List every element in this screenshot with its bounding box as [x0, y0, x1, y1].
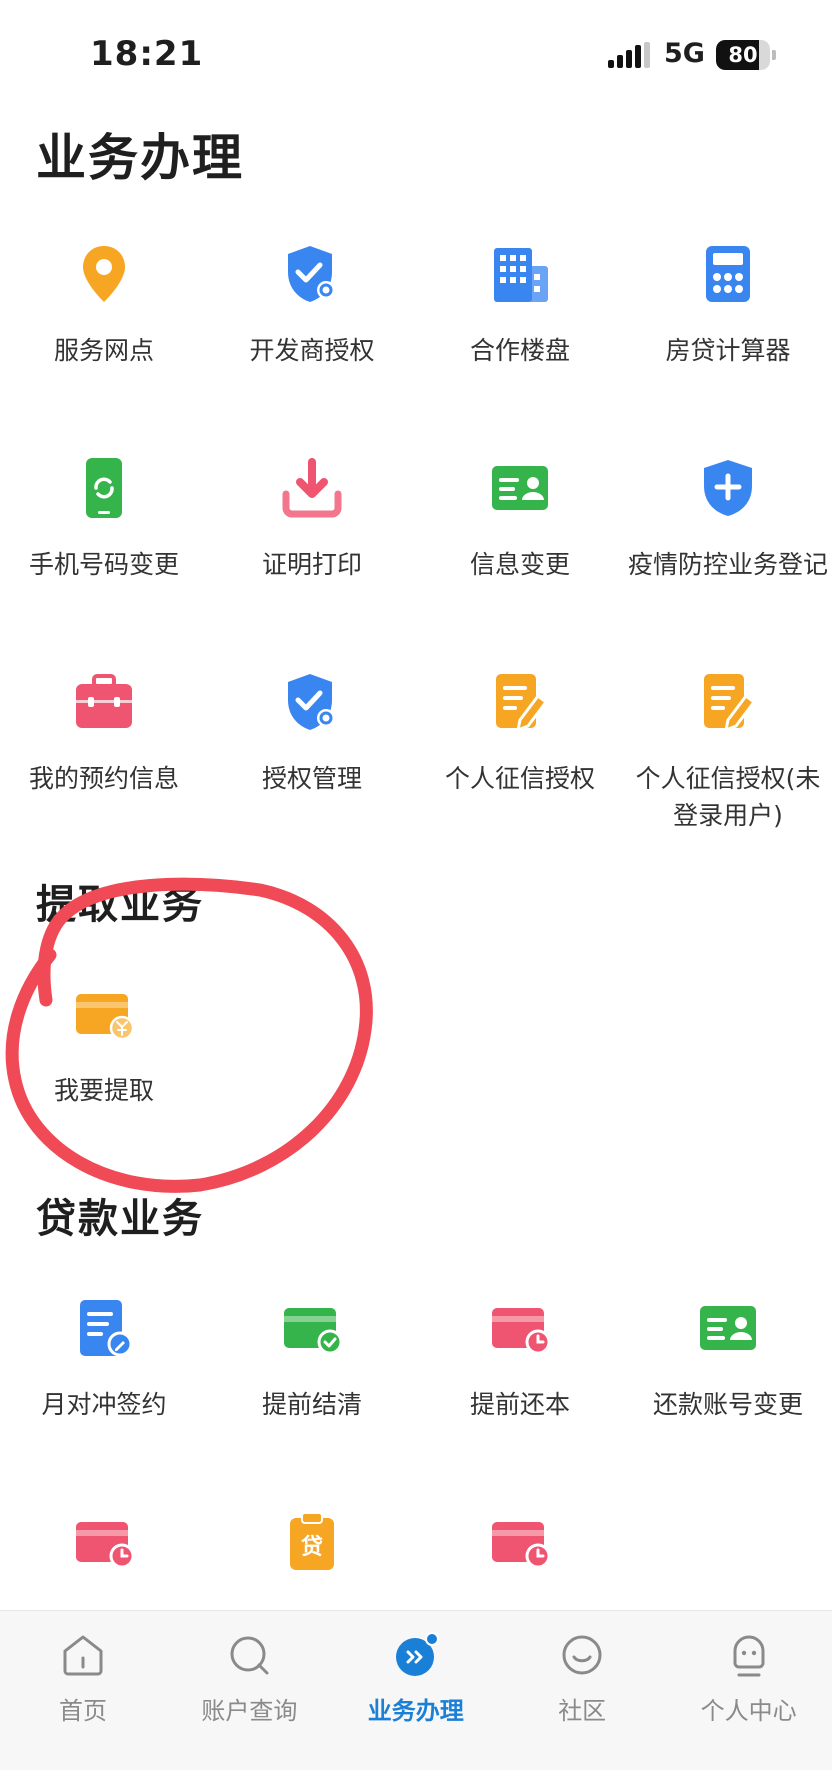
- card-clock-icon: [488, 1296, 552, 1360]
- shield-plus-icon: [696, 456, 760, 520]
- service-item[interactable]: 开发商授权: [208, 242, 416, 369]
- battery-icon: 80: [716, 40, 776, 70]
- tab-home[interactable]: 首页: [0, 1631, 166, 1726]
- briefcase-icon: [72, 670, 136, 734]
- calculator-icon: [696, 242, 760, 306]
- service-item[interactable]: 服务网点: [0, 242, 208, 369]
- download-icon: [280, 456, 344, 520]
- id-card-icon: [696, 1296, 760, 1360]
- service-item[interactable]: 授权管理: [208, 670, 416, 797]
- service-item[interactable]: [416, 1510, 624, 1574]
- service-item-label: 手机号码变更: [28, 550, 179, 579]
- service-item[interactable]: 合作楼盘: [416, 242, 624, 369]
- status-time: 18:21: [90, 34, 204, 74]
- service-item-label: 个人征信授权: [444, 764, 595, 793]
- tab-community[interactable]: 社区: [499, 1631, 665, 1726]
- tab-business[interactable]: 业务办理: [333, 1631, 499, 1726]
- tab-label: 账户查询: [201, 1697, 298, 1725]
- service-item[interactable]: 房贷计算器: [624, 242, 832, 369]
- tab-label: 个人中心: [700, 1697, 797, 1725]
- service-item-label: 提前还本: [469, 1390, 570, 1419]
- card-yuan-icon: [72, 982, 136, 1046]
- service-item[interactable]: 我要提取: [0, 982, 208, 1109]
- card-check-icon: [280, 1296, 344, 1360]
- document-edit-icon: [696, 670, 760, 734]
- service-item[interactable]: 月对冲签约: [0, 1296, 208, 1423]
- battery-level: 80: [728, 43, 758, 67]
- building-icon: [488, 242, 552, 306]
- service-item-label: 个人征信授权(未登录用户): [635, 764, 821, 830]
- id-card-icon: [488, 456, 552, 520]
- service-item-label: 房贷计算器: [665, 336, 791, 365]
- phone-icon: [72, 456, 136, 520]
- service-item-label: 我的预约信息: [28, 764, 179, 793]
- clipboard-loan-icon: 贷: [280, 1510, 344, 1574]
- service-item-label: 授权管理: [261, 764, 362, 793]
- service-item-label: 合作楼盘: [469, 336, 570, 365]
- tab-search-chat[interactable]: 账户查询: [166, 1631, 332, 1726]
- service-item[interactable]: 提前还本: [416, 1296, 624, 1423]
- service-item-label: 证明打印: [261, 550, 362, 579]
- service-item[interactable]: 提前结清: [208, 1296, 416, 1423]
- service-item[interactable]: 还款账号变更: [624, 1296, 832, 1423]
- document-pen-icon: [72, 1296, 136, 1360]
- shield-check-icon: [280, 242, 344, 306]
- tab-label: 首页: [59, 1697, 107, 1725]
- location-pin-icon: [72, 242, 136, 306]
- service-item-label: 信息变更: [469, 550, 570, 579]
- service-item[interactable]: [0, 1510, 208, 1574]
- service-item[interactable]: 个人征信授权(未登录用户): [624, 670, 832, 834]
- service-item[interactable]: 疫情防控业务登记: [624, 456, 832, 583]
- service-item[interactable]: 我的预约信息: [0, 670, 208, 797]
- signal-strength-icon: [608, 42, 650, 68]
- service-item[interactable]: 贷: [208, 1510, 416, 1574]
- service-item-label: 提前结清: [261, 1390, 362, 1419]
- search-chat-icon: [225, 1631, 273, 1679]
- home-icon: [59, 1631, 107, 1679]
- svg-text:贷: 贷: [301, 1534, 323, 1560]
- service-item-label: 我要提取: [53, 1076, 154, 1105]
- tab-label: 业务办理: [367, 1697, 464, 1725]
- community-icon: [558, 1631, 606, 1679]
- shield-check-icon: [280, 670, 344, 734]
- profile-icon: [725, 1631, 773, 1679]
- document-edit-icon: [488, 670, 552, 734]
- service-item-label: 月对冲签约: [41, 1390, 167, 1419]
- service-item-label: 疫情防控业务登记: [627, 550, 828, 579]
- service-item[interactable]: 信息变更: [416, 456, 624, 583]
- section-title-withdraw: 提取业务: [36, 882, 204, 928]
- service-item[interactable]: 证明打印: [208, 456, 416, 583]
- tab-label: 社区: [558, 1697, 607, 1725]
- service-item-label: 开发商授权: [249, 336, 375, 365]
- service-item-label: 服务网点: [53, 336, 154, 365]
- section-title-loan: 贷款业务: [36, 1196, 204, 1242]
- status-bar: 18:21 5G 80: [0, 0, 832, 110]
- business-icon: [392, 1631, 440, 1679]
- network-type: 5G: [664, 38, 705, 69]
- bottom-tab-bar: 首页 账户查询 业务办理 社区 个人中心: [0, 1610, 832, 1770]
- tab-profile[interactable]: 个人中心: [666, 1631, 832, 1726]
- service-item[interactable]: 手机号码变更: [0, 456, 208, 583]
- card-clock-icon: [72, 1510, 136, 1574]
- page-title: 业务办理: [36, 129, 244, 187]
- service-item[interactable]: 个人征信授权: [416, 670, 624, 797]
- service-item-label: 还款账号变更: [652, 1390, 803, 1419]
- card-clock-icon: [488, 1510, 552, 1574]
